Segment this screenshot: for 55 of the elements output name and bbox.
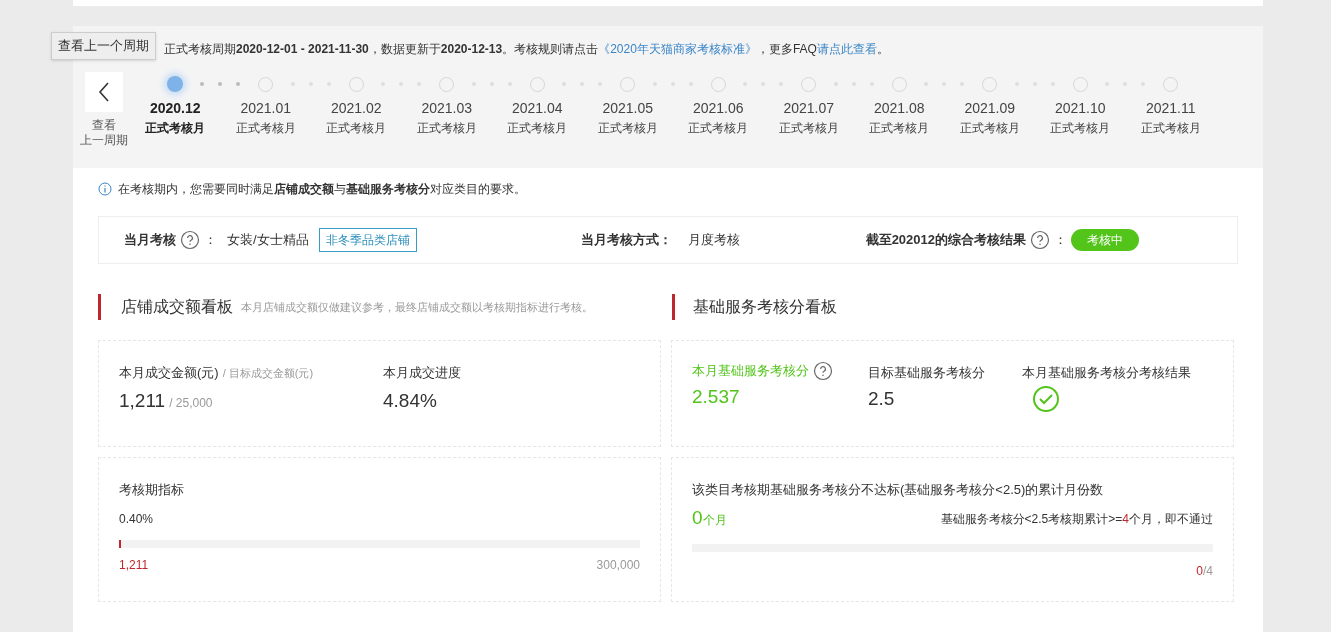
stat-value: 1,211 [119,388,166,413]
section-title: 基础服务考核分看板 [693,297,837,317]
section-title: 店铺成交额看板 [121,297,233,317]
method-text: 月度考核 [687,231,740,250]
percent-text: 0.40% [119,510,155,528]
month-tab[interactable]: 2021.11 正式考核月 [1140,96,1201,137]
stat-label: 本月成交金额(元) [119,364,219,382]
current-value: 1,211 [119,556,149,574]
chevron-left-icon [98,81,110,103]
stat-value: 2.537 [692,385,741,409]
month-count: 0 [692,505,703,530]
rule-text: 基础服务考核分<2.5考核期累计>=4个月，即不通过 [940,511,1213,528]
stat-label: 本月成交进度 [383,364,461,382]
link[interactable]: 《2020年天猫商家考核标准》 [598,42,757,56]
assessment-label: 当月考核 [124,231,176,250]
info-text: 正式考核周期2020-12-01 - 2021-11-30，数据更新于2020-12-13。考核规则请点击《2020年天猫商家考核标准》，更多FAQ请点此查看。 [164,41,890,58]
colon: ： [1054,231,1067,250]
section-note: 本月店铺成交额仅做建议参考，最终店铺成交额以考核期指标进行考核。 [241,299,593,315]
result-label: 截至202012的综合考核结果 [865,231,1026,250]
hint-text: 在考核期内，您需要同时满足店铺成交额与基础服务考核分对应类目的要求。 [118,181,526,198]
max-value: 300,000 [596,556,640,574]
month-tab[interactable]: 2021.10 正式考核月 [1050,96,1111,137]
month-tab[interactable]: 2021.05 正式考核月 [597,96,658,137]
stat-label: 考核期指标 [119,481,185,499]
category-text: 女装/女士精品 [227,231,309,250]
tooltip: 查看上一个周期 [51,32,156,60]
month-tab[interactable]: 2020.12 正式考核月 [145,96,206,137]
month-tab[interactable]: 2021.07 正式考核月 [778,96,839,137]
stat-label: 目标基础服务考核分 [868,364,986,382]
stat-label: 本月基础服务考核分 [692,362,809,381]
month-tab[interactable]: 2021.01 正式考核月 [235,96,296,137]
help-icon[interactable] [813,361,833,381]
month-tab[interactable]: 2021.08 正式考核月 [869,96,930,137]
stat-subvalue: / 25,000 [169,394,213,412]
dots-icon [198,82,242,86]
month-tab[interactable]: 2021.02 正式考核月 [326,96,387,137]
month-tab[interactable]: 2021.06 正式考核月 [688,96,749,137]
month-tab[interactable]: 2021.04 正式考核月 [507,96,568,137]
month-tab[interactable]: 2021.09 正式考核月 [959,96,1020,137]
stat-sublabel: / 目标成交金额(元) [222,366,314,381]
link[interactable]: 请点此查看 [816,42,877,56]
stat-label: 该类目考核期基础服务考核分不达标(基础服务考核分<2.5)的累计月份数 [692,481,1105,499]
method-label: 当月考核方式： [580,231,672,250]
help-icon[interactable] [1030,230,1050,251]
help-icon[interactable] [180,230,200,251]
count-text: 0/4 [1196,563,1213,580]
month-unit: 个月 [702,512,727,529]
store-type-tag: 非冬季品类店铺 [318,228,417,252]
stat-label: 本月基础服务考核分考核结果 [1022,364,1191,382]
stat-value: 2.5 [868,386,896,411]
colon: ： [204,231,217,250]
info-icon [98,182,112,196]
stat-value: 4.84% [383,388,438,413]
status-badge: 考核中 [1071,229,1139,251]
month-tab[interactable]: 2021.03 正式考核月 [416,96,477,137]
